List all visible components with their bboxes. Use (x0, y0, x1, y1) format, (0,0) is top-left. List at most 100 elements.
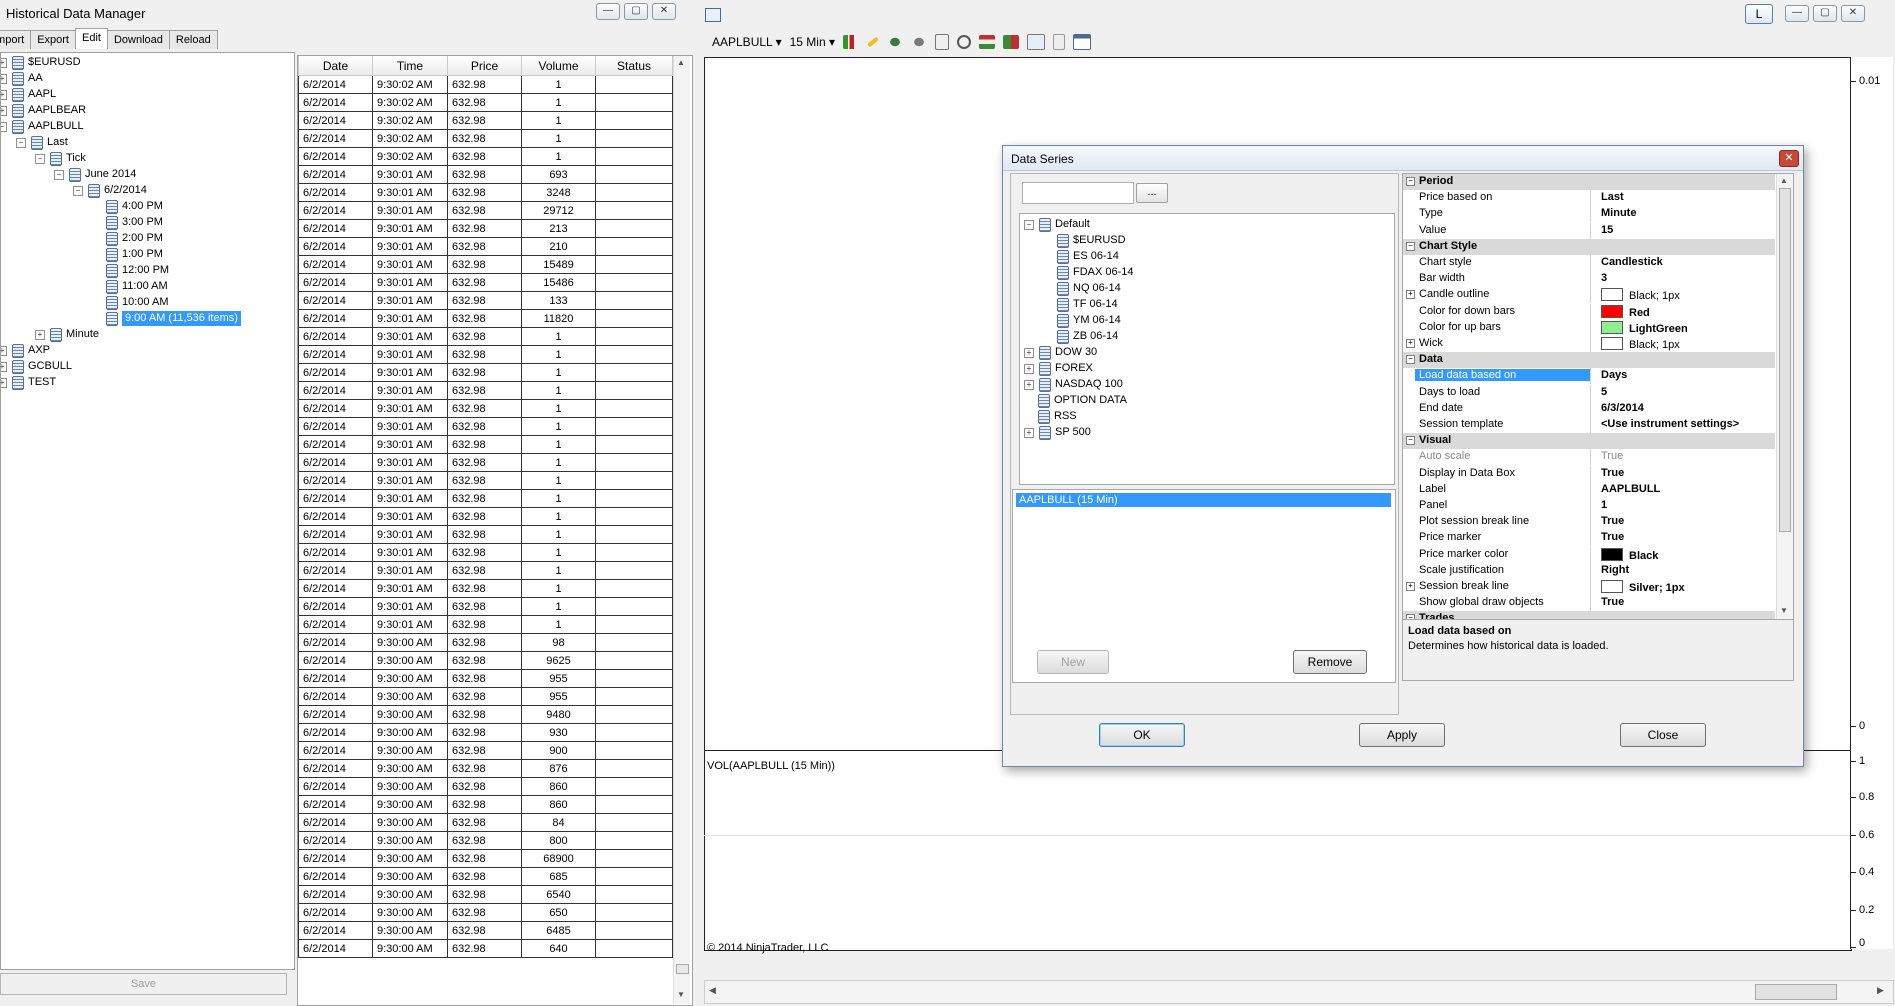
collapse-icon[interactable]: − (1406, 355, 1415, 365)
instrument-tree-node[interactable]: ZB 06-14 (1043, 329, 1118, 344)
selected-series-item[interactable]: AAPLBULL (15 Min) (1016, 493, 1391, 507)
table-cell[interactable]: 6/2/2014 (298, 831, 373, 850)
table-row[interactable]: 6/2/2014 9:30:01 AM 632.98 1 (298, 471, 673, 490)
table-row[interactable]: 6/2/2014 9:30:01 AM 632.98 1 (298, 543, 673, 562)
instrument-search-input[interactable] (1022, 182, 1134, 204)
table-row[interactable]: 6/2/2014 9:30:01 AM 632.98 15486 (298, 273, 673, 292)
table-cell[interactable]: 9:30:00 AM (372, 633, 448, 652)
table-cell[interactable]: 632.98 (447, 291, 522, 310)
table-cell[interactable] (595, 417, 673, 436)
table-cell[interactable]: 632.98 (447, 399, 522, 418)
table-cell[interactable]: 9625 (521, 651, 596, 670)
table-cell[interactable] (595, 129, 673, 148)
interval-selector[interactable]: 15 Min ▾ (790, 35, 835, 49)
tree-node[interactable]: 1:00 PM (92, 247, 163, 262)
property-row[interactable]: Value 15 (1403, 222, 1775, 239)
table-row[interactable]: 6/2/2014 9:30:00 AM 632.98 955 (298, 669, 673, 688)
table-cell[interactable]: 632.98 (447, 579, 522, 598)
collapse-icon[interactable]: − (1406, 241, 1415, 251)
instrument-tree-node[interactable]: + NASDAQ 100 (1024, 377, 1123, 392)
table-cell[interactable] (595, 363, 673, 382)
table-row[interactable]: 6/2/2014 9:30:02 AM 632.98 1 (298, 147, 673, 166)
expand-icon[interactable]: + (1406, 290, 1415, 300)
apply-button[interactable]: Apply (1359, 723, 1445, 747)
table-cell[interactable]: 9:30:00 AM (372, 651, 448, 670)
table-cell[interactable]: 9:30:01 AM (372, 345, 448, 364)
cursor-icon[interactable] (935, 34, 950, 50)
table-cell[interactable]: 632.98 (447, 255, 522, 274)
table-cell[interactable]: 632.98 (447, 561, 522, 580)
tree-node[interactable]: 3:00 PM (92, 215, 163, 230)
expand-icon[interactable]: + (1, 57, 7, 68)
table-cell[interactable]: 640 (521, 939, 596, 958)
table-cell[interactable] (595, 633, 673, 652)
table-cell[interactable]: 213 (521, 219, 596, 238)
table-cell[interactable]: 6/2/2014 (298, 129, 373, 148)
collapse-icon[interactable]: − (1, 121, 7, 132)
table-cell[interactable]: 9:30:00 AM (372, 813, 448, 832)
table-cell[interactable]: 9:30:01 AM (372, 471, 448, 490)
table-cell[interactable]: 632.98 (447, 219, 522, 238)
tree-node[interactable]: 4:00 PM (92, 199, 163, 214)
column-header[interactable]: Status (595, 56, 673, 76)
properties-icon[interactable] (1053, 34, 1066, 50)
tree-node[interactable]: + AAPLBEAR (1, 103, 86, 118)
table-cell[interactable]: 6/2/2014 (298, 309, 373, 328)
table-cell[interactable]: 6/2/2014 (298, 147, 373, 166)
property-category[interactable]: − Visual (1403, 433, 1775, 450)
table-cell[interactable]: 632.98 (447, 471, 522, 490)
table-row[interactable]: 6/2/2014 9:30:01 AM 632.98 11820 (298, 309, 673, 328)
table-cell[interactable]: 9:30:01 AM (372, 291, 448, 310)
table-cell[interactable]: 632.98 (447, 165, 522, 184)
table-cell[interactable]: 9:30:00 AM (372, 705, 448, 724)
table-cell[interactable]: 9:30:01 AM (372, 507, 448, 526)
table-cell[interactable]: 6/2/2014 (298, 813, 373, 832)
table-cell[interactable]: 9:30:02 AM (372, 75, 448, 94)
table-cell[interactable]: 6540 (521, 885, 596, 904)
table-cell[interactable] (595, 561, 673, 580)
table-cell[interactable] (595, 687, 673, 706)
instrument-tree-node[interactable]: OPTION DATA (1024, 393, 1127, 408)
table-cell[interactable] (595, 903, 673, 922)
table-cell[interactable]: 632.98 (447, 363, 522, 382)
scroll-down-arrow-icon[interactable]: ▼ (677, 990, 685, 999)
table-row[interactable]: 6/2/2014 9:30:01 AM 632.98 29712 (298, 201, 673, 220)
table-cell[interactable]: 6/2/2014 (298, 921, 373, 940)
minimize-button[interactable]: — (596, 3, 620, 20)
table-cell[interactable]: 9:30:01 AM (372, 309, 448, 328)
table-cell[interactable] (595, 543, 673, 562)
remove-button[interactable]: Remove (1293, 650, 1367, 674)
table-cell[interactable]: 1 (521, 453, 596, 472)
table-cell[interactable]: 1 (521, 489, 596, 508)
table-cell[interactable]: 6/2/2014 (298, 885, 373, 904)
wrench-icon[interactable] (911, 35, 928, 49)
property-value[interactable]: Black (1601, 547, 1658, 562)
tab-download[interactable]: Download (106, 30, 170, 49)
table-cell[interactable]: 650 (521, 903, 596, 922)
table-cell[interactable] (595, 849, 673, 868)
table-cell[interactable]: 1 (521, 147, 596, 166)
table-cell[interactable]: 1 (521, 597, 596, 616)
table-row[interactable]: 6/2/2014 9:30:00 AM 632.98 860 (298, 777, 673, 796)
property-value[interactable]: True (1601, 450, 1623, 462)
table-cell[interactable]: 6/2/2014 (298, 597, 373, 616)
property-value[interactable]: True (1601, 467, 1624, 479)
property-row[interactable]: Color for up bars LightGreen (1403, 319, 1775, 336)
table-row[interactable]: 6/2/2014 9:30:02 AM 632.98 1 (298, 111, 673, 130)
table-row[interactable]: 6/2/2014 9:30:00 AM 632.98 800 (298, 831, 673, 850)
table-cell[interactable]: 9:30:01 AM (372, 273, 448, 292)
property-value[interactable]: Candlestick (1601, 256, 1663, 268)
table-cell[interactable]: 9:30:01 AM (372, 381, 448, 400)
table-cell[interactable]: 9:30:01 AM (372, 435, 448, 454)
tree-node[interactable]: + TEST (1, 375, 56, 390)
table-cell[interactable] (595, 399, 673, 418)
table-cell[interactable]: 9:30:00 AM (372, 939, 448, 958)
table-cell[interactable]: 632.98 (447, 831, 522, 850)
table-cell[interactable] (595, 183, 673, 202)
table-cell[interactable]: 632.98 (447, 201, 522, 220)
table-cell[interactable]: 632.98 (447, 417, 522, 436)
property-value[interactable]: 5 (1601, 386, 1607, 398)
property-row[interactable]: Panel 1 (1403, 498, 1775, 514)
table-cell[interactable]: 9:30:00 AM (372, 885, 448, 904)
instrument-tree-node[interactable]: RSS (1024, 409, 1077, 424)
